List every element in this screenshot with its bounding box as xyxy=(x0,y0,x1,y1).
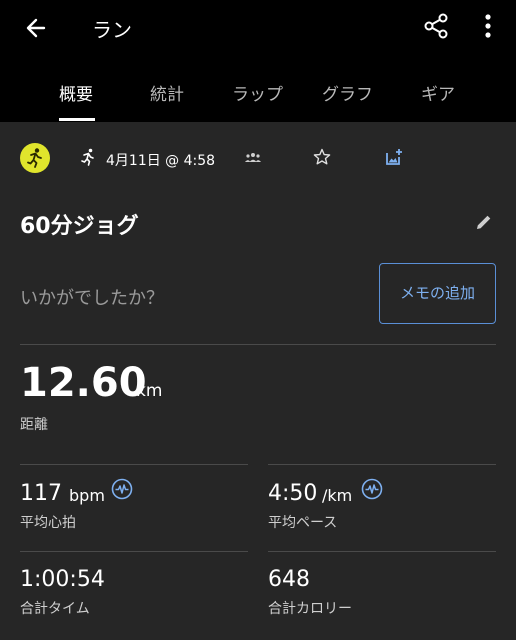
feedback-prompt[interactable]: いかがでしたか？ xyxy=(20,284,164,310)
active-tab-indicator xyxy=(59,118,95,121)
top-app-bar: ラン xyxy=(0,0,516,56)
running-person-icon[interactable] xyxy=(20,143,50,173)
tab-graph[interactable]: グラフ xyxy=(322,80,373,105)
avg-pace-label: 平均ペース xyxy=(268,515,338,531)
avg-heart-rate-unit: bpm xyxy=(69,486,105,505)
tab-overview[interactable]: 概要 xyxy=(59,80,93,105)
page-title: ラン xyxy=(92,18,132,42)
heart-rate-pulse-icon[interactable] xyxy=(111,478,133,500)
divider xyxy=(268,464,496,465)
distance-label: 距離 xyxy=(20,417,48,433)
share-icon xyxy=(424,13,448,39)
divider xyxy=(20,464,248,465)
avg-pace-unit: /km xyxy=(322,486,353,505)
distance-unit: km xyxy=(136,381,163,401)
divider xyxy=(20,551,248,552)
arrow-left-icon xyxy=(26,18,46,38)
divider xyxy=(20,344,496,345)
tab-laps[interactable]: ラップ xyxy=(232,80,283,105)
add-photo-icon[interactable] xyxy=(384,147,404,167)
tab-gear[interactable]: ギア xyxy=(421,80,455,105)
activity-date: 4月11日 @ 4:58 xyxy=(106,153,216,169)
total-calories-label: 合計カロリー xyxy=(268,601,352,617)
tab-stats[interactable]: 統計 xyxy=(150,80,184,105)
star-icon[interactable] xyxy=(312,147,332,167)
total-time-value: 1:00:54 xyxy=(20,567,105,592)
avg-pace-value: 4:50 xyxy=(268,481,318,506)
more-options-button[interactable] xyxy=(474,10,502,42)
edit-icon[interactable] xyxy=(474,212,494,232)
run-icon xyxy=(78,147,98,167)
divider xyxy=(268,551,496,552)
pace-pulse-icon[interactable] xyxy=(361,478,383,500)
more-vert-icon xyxy=(485,14,491,38)
activity-name: 60分ジョグ xyxy=(20,214,139,239)
avg-heart-rate-value: 117 xyxy=(20,481,62,506)
share-button[interactable] xyxy=(420,10,452,42)
total-calories-value: 648 xyxy=(268,567,310,592)
avg-heart-rate-label: 平均心拍 xyxy=(20,515,76,531)
back-button[interactable] xyxy=(20,12,52,44)
distance-value: 12.60 xyxy=(20,360,147,406)
total-time-label: 合計タイム xyxy=(20,601,90,617)
people-icon[interactable] xyxy=(243,150,263,166)
add-memo-button[interactable]: メモの追加 xyxy=(379,263,496,324)
tab-bar: 概要 統計 ラップ グラフ ギア xyxy=(0,56,516,122)
